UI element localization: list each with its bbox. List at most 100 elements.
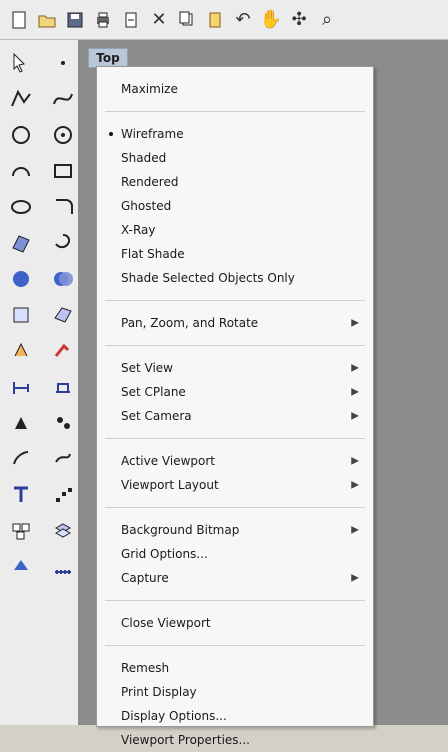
render-icon[interactable] [48,408,78,438]
menu-item-close-viewport[interactable]: Close Viewport [97,611,373,635]
menu-item-set-cplane[interactable]: Set CPlane ▶ [97,380,373,404]
zoom-icon[interactable]: ⌕ [316,9,338,31]
submenu-arrow-icon: ▶ [351,572,359,584]
print-icon[interactable] [92,9,114,31]
submenu-arrow-icon: ▶ [351,317,359,329]
menu-item-display-options[interactable]: Display Options... [97,704,373,728]
block-icon[interactable] [6,552,36,582]
submenu-arrow-icon: ▶ [351,524,359,536]
ellipse-icon[interactable] [6,192,36,222]
menu-item-remesh[interactable]: Remesh [97,656,373,680]
rectangle-icon[interactable] [48,156,78,186]
point-cloud-icon[interactable] [48,480,78,510]
cut-icon[interactable]: ✕ [148,9,170,31]
menu-item-flat-shade[interactable]: Flat Shade [97,242,373,266]
history-icon[interactable] [6,444,36,474]
menu-item-label: Grid Options... [121,547,208,561]
menu-separator [105,507,365,508]
menu-item-viewport-layout[interactable]: Viewport Layout ▶ [97,473,373,497]
dimension-icon[interactable] [6,372,36,402]
solid-icon[interactable] [6,264,36,294]
surface-icon[interactable] [6,228,36,258]
blend-icon[interactable] [48,444,78,474]
circle-center-icon[interactable] [48,120,78,150]
menu-item-viewport-properties[interactable]: Viewport Properties... [97,728,373,752]
menu-item-ghosted[interactable]: Ghosted [97,194,373,218]
menu-item-label: Display Options... [121,709,227,723]
menu-item-label: Shaded [121,151,167,165]
new-file-icon[interactable] [8,9,30,31]
menu-item-capture[interactable]: Capture ▶ [97,566,373,590]
circle-icon[interactable] [6,120,36,150]
grid-icon[interactable] [48,552,78,582]
import-icon[interactable] [120,9,142,31]
menu-separator [105,111,365,112]
rotate-view-icon[interactable]: ✣ [288,9,310,31]
menu-item-maximize[interactable]: Maximize [97,77,373,101]
menu-item-label: Active Viewport [121,454,216,468]
menu-item-label: Ghosted [121,199,172,213]
menu-separator [105,300,365,301]
analyze-icon[interactable] [6,408,36,438]
group-icon[interactable] [6,516,36,546]
boolean-icon[interactable] [48,264,78,294]
menu-item-grid-options[interactable]: Grid Options... [97,542,373,566]
pan-hand-icon[interactable]: ✋ [260,9,282,31]
menu-item-label: Background Bitmap [121,523,240,537]
menu-item-wireframe[interactable]: Wireframe [97,122,373,146]
menu-item-label: Capture [121,571,169,585]
menu-item-label: Pan, Zoom, and Rotate [121,316,259,330]
revolve-icon[interactable] [48,228,78,258]
menu-item-label: Close Viewport [121,616,211,630]
copy-icon[interactable] [176,9,198,31]
undo-icon[interactable]: ↶ [232,9,254,31]
fillet-icon[interactable] [48,192,78,222]
box-icon[interactable] [6,300,36,330]
transform-icon[interactable] [6,336,36,366]
menu-item-shade-selected-objects-only[interactable]: Shade Selected Objects Only [97,266,373,290]
left-toolbar [0,40,79,725]
array-icon[interactable] [48,336,78,366]
menu-item-label: Shade Selected Objects Only [121,271,295,285]
menu-item-label: Flat Shade [121,247,185,261]
point-icon[interactable] [48,48,78,78]
menu-separator [105,600,365,601]
menu-item-label: Set CPlane [121,385,186,399]
mesh-icon[interactable] [48,300,78,330]
arc-icon[interactable] [6,156,36,186]
menu-item-shaded[interactable]: Shaded [97,146,373,170]
viewport-tab-top[interactable]: Top [88,48,128,68]
menu-item-pan-zoom-rotate[interactable]: Pan, Zoom, and Rotate ▶ [97,311,373,335]
checked-bullet-icon [109,132,113,136]
open-folder-icon[interactable] [36,9,58,31]
select-arrow-icon[interactable] [6,48,36,78]
viewport-tab-label: Top [96,51,120,65]
menu-item-active-viewport[interactable]: Active Viewport ▶ [97,449,373,473]
submenu-arrow-icon: ▶ [351,362,359,374]
menu-item-label: Maximize [121,82,178,96]
menu-item-print-display[interactable]: Print Display [97,680,373,704]
paste-icon[interactable] [204,9,226,31]
polyline-icon[interactable] [6,84,36,114]
menu-item-xray[interactable]: X-Ray [97,218,373,242]
menu-item-set-view[interactable]: Set View ▶ [97,356,373,380]
menu-separator [105,438,365,439]
menu-item-label: Viewport Layout [121,478,219,492]
save-icon[interactable] [64,9,86,31]
layer-icon[interactable] [48,516,78,546]
submenu-arrow-icon: ▶ [351,410,359,422]
menu-item-set-camera[interactable]: Set Camera ▶ [97,404,373,428]
menu-item-rendered[interactable]: Rendered [97,170,373,194]
text-icon[interactable] [6,480,36,510]
menu-top-gap [97,67,373,77]
menu-separator [105,645,365,646]
submenu-arrow-icon: ▶ [351,455,359,467]
viewport-context-menu: Maximize Wireframe Shaded Rendered Ghost… [96,66,374,747]
annotation-icon[interactable] [48,372,78,402]
menu-item-label: Remesh [121,661,170,675]
menu-item-label: Rendered [121,175,179,189]
menu-item-background-bitmap[interactable]: Background Bitmap ▶ [97,518,373,542]
menu-item-label: Viewport Properties... [121,733,250,747]
curve-icon[interactable] [48,84,78,114]
menu-separator [105,345,365,346]
